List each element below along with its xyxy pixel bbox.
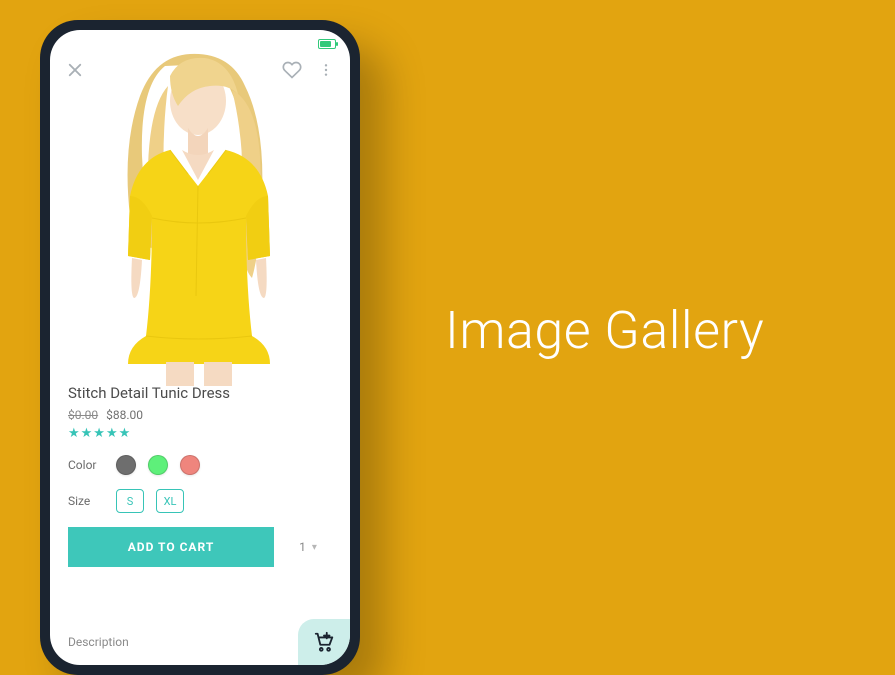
description-tab[interactable]: Description bbox=[68, 635, 129, 649]
quantity-selector[interactable]: 1 ▾ bbox=[284, 527, 332, 567]
quantity-value: 1 bbox=[299, 540, 306, 554]
bottom-row: Description bbox=[50, 619, 350, 665]
color-swatch-green[interactable] bbox=[148, 455, 168, 475]
product-image bbox=[50, 46, 350, 374]
close-icon bbox=[66, 61, 84, 79]
cart-icon bbox=[313, 631, 335, 653]
cart-row: ADD TO CART 1 ▾ bbox=[50, 527, 350, 567]
favorite-button[interactable] bbox=[282, 60, 302, 80]
heart-icon bbox=[282, 60, 302, 80]
old-price: $0.00 bbox=[68, 408, 98, 422]
more-vertical-icon bbox=[318, 62, 334, 78]
close-button[interactable] bbox=[66, 61, 84, 79]
phone-screen: Stitch Detail Tunic Dress $0.00 $88.00 ★… bbox=[50, 30, 350, 665]
color-swatch-grey[interactable] bbox=[116, 455, 136, 475]
current-price: $88.00 bbox=[106, 408, 143, 422]
status-bar bbox=[50, 30, 350, 54]
color-label: Color bbox=[68, 458, 104, 472]
size-label: Size bbox=[68, 494, 104, 508]
dress-illustration bbox=[70, 46, 330, 386]
top-bar bbox=[50, 54, 350, 80]
color-swatch-coral[interactable] bbox=[180, 455, 200, 475]
add-to-cart-button[interactable]: ADD TO CART bbox=[68, 527, 274, 567]
size-option-s[interactable]: S bbox=[116, 489, 144, 513]
battery-icon bbox=[318, 39, 336, 49]
price-row: $0.00 $88.00 bbox=[68, 408, 332, 422]
product-title: Stitch Detail Tunic Dress bbox=[68, 384, 332, 402]
more-button[interactable] bbox=[318, 62, 334, 78]
color-row: Color bbox=[68, 455, 332, 475]
page-heading: Image Gallery bbox=[445, 300, 764, 361]
phone-frame: Stitch Detail Tunic Dress $0.00 $88.00 ★… bbox=[40, 20, 360, 675]
product-details: Stitch Detail Tunic Dress $0.00 $88.00 ★… bbox=[50, 374, 350, 513]
size-option-xl[interactable]: XL bbox=[156, 489, 184, 513]
cart-fab[interactable] bbox=[298, 619, 350, 665]
chevron-down-icon: ▾ bbox=[312, 542, 317, 553]
size-row: Size S XL bbox=[68, 489, 332, 513]
rating-stars: ★★★★★ bbox=[68, 426, 332, 441]
